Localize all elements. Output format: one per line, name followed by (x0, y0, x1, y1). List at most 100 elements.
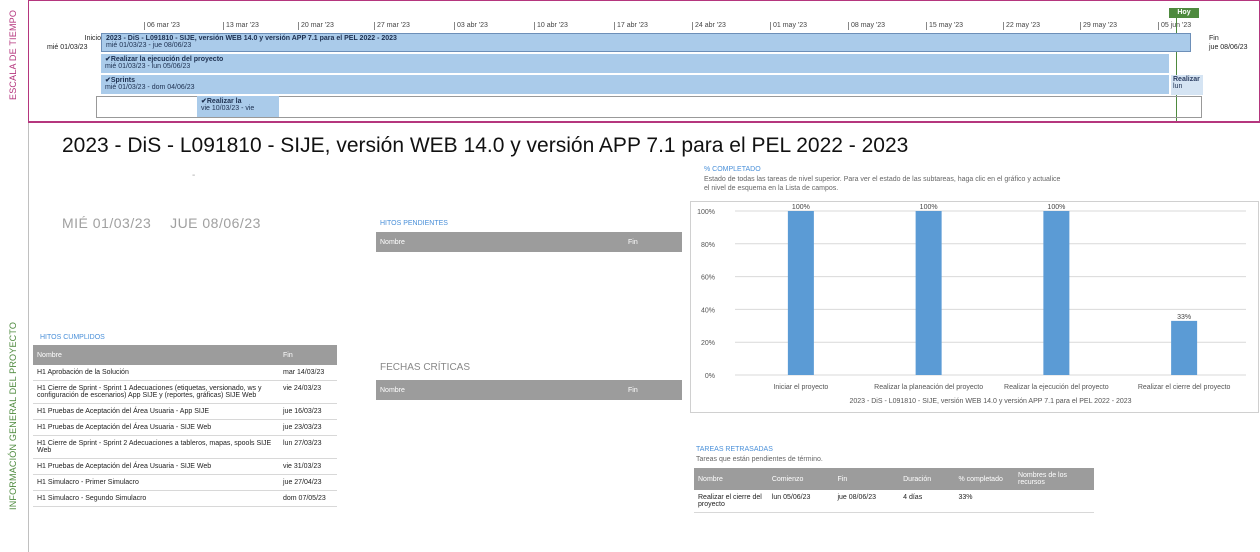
milestone-name: H1 Pruebas de Aceptación del Área Usuari… (33, 403, 279, 420)
milestone-name: H1 Simulacro - Primer Simulacro (33, 474, 279, 491)
x-category-label: Realizar el cierre del proyecto (1138, 384, 1231, 391)
table-row[interactable]: H1 Cierre de Sprint - Sprint 1 Adecuacio… (33, 380, 337, 404)
hitos-cumplidos-table[interactable]: Nombre Fin H1 Aprobación de la Solución ma… (33, 345, 337, 507)
x-category-label: Realizar la planeación del proyecto (874, 384, 983, 391)
bar (915, 211, 942, 375)
project-dates: MIÉ 01/03/23 JUE 08/06/23 (62, 215, 261, 231)
tareas-retrasadas-title: TAREAS RETRASADAS (696, 446, 773, 453)
milestone-end: dom 07/05/23 (279, 490, 337, 507)
timeline-end-date: jue 08/06/23 (1209, 44, 1248, 51)
fechas-criticas-title: FECHAS CRÍTICAS (380, 362, 471, 373)
table-row[interactable]: H1 Pruebas de Aceptación del Área Usuari… (33, 419, 337, 436)
bar-value-label: 100% (792, 204, 810, 211)
milestone-end: vie 24/03/23 (279, 380, 337, 404)
timeline-tick: 01 may '23 (769, 22, 808, 30)
chart-svg: 0% 20% 40% 60% 80% 100% 100% Iniciar el proyect… (697, 204, 1246, 405)
timeline-tick: 03 abr '23 (454, 22, 488, 30)
timeline-tick: 08 may '23 (847, 22, 886, 30)
table-cell (1013, 490, 1094, 513)
table-cell: 4 días (899, 490, 955, 513)
bar (1043, 211, 1070, 375)
col-fin: Fin (279, 345, 337, 365)
table-row[interactable]: H1 Pruebas de Aceptación del Área Usuari… (33, 458, 337, 475)
tareas-retrasadas-subtitle: Tareas que están pendientes de término. (696, 456, 823, 463)
timeline-bar-right-stub[interactable]: Realizar lun (1171, 75, 1203, 95)
tareas-retrasadas-table[interactable]: Nombre Comienzo Fin Duración% completado Nom… (694, 468, 1094, 513)
project-end-date: JUE 08/06/23 (170, 215, 261, 231)
timeline-tick: 20 mar '23 (298, 22, 334, 30)
milestone-end: jue 27/04/23 (279, 474, 337, 491)
timeline-tick: 06 mar '23 (144, 22, 180, 30)
y-tick-label: 40% (701, 307, 715, 314)
column-header: Fin (833, 468, 900, 490)
hitos-pendientes-table[interactable]: Nombre Fin (376, 232, 682, 252)
x-category-label: Iniciar el proyecto (773, 384, 828, 391)
timeline[interactable]: Inicio mié 01/03/23 06 mar '23 13 mar '23… (28, 0, 1260, 122)
percent-complete-chart[interactable]: 0% 20% 40% 60% 80% 100% 100% Iniciar el proyect… (690, 201, 1259, 413)
milestone-name: H1 Pruebas de Aceptación del Área Usuari… (33, 419, 279, 436)
y-tick-label: 80% (701, 242, 715, 249)
table-row[interactable]: Realizar el cierre del proyecto lun 05/06… (694, 490, 1094, 513)
table-cell: jue 08/06/23 (833, 490, 900, 513)
y-tick-label: 0% (705, 373, 715, 380)
timeline-tick: 13 mar '23 (223, 22, 259, 30)
table-row[interactable]: H1 Cierre de Sprint - Sprint 2 Adecuacio… (33, 435, 337, 459)
project-info-label: INFORMACIÓN GENERAL DEL PROYECTO (8, 321, 18, 510)
fechas-criticas-table[interactable]: Nombre Fin (376, 380, 682, 400)
timeline-tick: 27 mar '23 (374, 22, 410, 30)
timeline-bar-sprints[interactable]: ✔Sprints mié 01/03/23 - dom 04/06/23 (101, 75, 1169, 94)
milestone-name: H1 Cierre de Sprint - Sprint 1 Adecuacio… (33, 380, 279, 404)
milestone-end: jue 23/03/23 (279, 419, 337, 436)
completado-description: Estado de todas las tareas de nivel supe… (704, 176, 1061, 192)
timeline-bar-ejecucion[interactable]: ✔Realizar la ejecución del proyecto mié … (101, 54, 1169, 73)
table-cell: Realizar el cierre del proyecto (694, 490, 768, 513)
timeline-tick: 22 may '23 (1002, 22, 1041, 30)
completado-title: % COMPLETADO (704, 166, 761, 173)
timeline-bar-project[interactable]: 2023 - DiS - L091810 - SIJE, versión WEB… (101, 33, 1191, 52)
x-axis-title: 2023 - DiS - L091810 - SIJE, versión WEB… (849, 398, 1131, 405)
milestone-end: lun 27/03/23 (279, 435, 337, 459)
y-tick-label: 60% (701, 275, 715, 282)
page-title: 2023 - DiS - L091810 - SIJE, versión WEB… (62, 134, 909, 157)
bar (1171, 320, 1198, 375)
y-tick-label: 20% (701, 340, 715, 347)
bar (787, 211, 814, 375)
bar-value-label: 33% (1177, 314, 1191, 321)
timeline-tick: 29 may '23 (1079, 22, 1118, 30)
milestone-name: H1 Simulacro - Segundo Simulacro (33, 490, 279, 507)
bar-value-label: 100% (920, 204, 938, 211)
milestone-end: jue 16/03/23 (279, 403, 337, 420)
col-nombre: Nombre (376, 232, 624, 252)
col-nombre: Nombre (376, 380, 624, 400)
column-header: Duración (899, 468, 955, 490)
timeline-tick: 15 may '23 (925, 22, 964, 30)
subtitle-dash: - (192, 170, 196, 181)
section-divider (28, 122, 1260, 123)
timeline-tick: 17 abr '23 (614, 22, 648, 30)
milestone-name: H1 Pruebas de Aceptación del Área Usuari… (33, 458, 279, 475)
hitos-pendientes-title: HITOS PENDIENTES (380, 220, 448, 227)
hitos-cumplidos-title: HITOS CUMPLIDOS (40, 334, 105, 341)
column-header: Comienzo (767, 468, 834, 490)
timeline-tick: 24 abr '23 (692, 22, 726, 30)
timeline-start-date: mié 01/03/23 (47, 44, 88, 51)
table-row[interactable]: H1 Simulacro - Primer Simulacro jue 27/04… (33, 474, 337, 491)
project-start-date: MIÉ 01/03/23 (62, 215, 152, 231)
timeline-bar-realizar[interactable]: ✔Realizar la vie 10/03/23 - vie (197, 96, 279, 117)
y-tick-label: 100% (697, 209, 715, 216)
col-fin: Fin (624, 380, 682, 400)
col-nombre: Nombre (33, 345, 279, 365)
column-header: % completado (954, 468, 1014, 490)
timeline-end-label: Fin (1209, 35, 1219, 42)
milestone-end: vie 31/03/23 (279, 458, 337, 475)
milestone-name: H1 Aprobación de la Solución (33, 365, 279, 381)
today-marker: Hoy (1169, 8, 1199, 18)
timescale-label: ESCALA DE TIEMPO (8, 9, 18, 100)
column-header: Nombre (694, 468, 768, 490)
table-row[interactable]: H1 Aprobación de la Solución mar 14/03/23 (33, 365, 337, 381)
table-row[interactable]: H1 Pruebas de Aceptación del Área Usuari… (33, 403, 337, 420)
table-cell: lun 05/06/23 (767, 490, 834, 513)
x-category-label: Realizar la ejecución del proyecto (1004, 384, 1109, 391)
timeline-tick: 10 abr '23 (534, 22, 568, 30)
table-row[interactable]: H1 Simulacro - Segundo Simulacro dom 07/0… (33, 490, 337, 507)
